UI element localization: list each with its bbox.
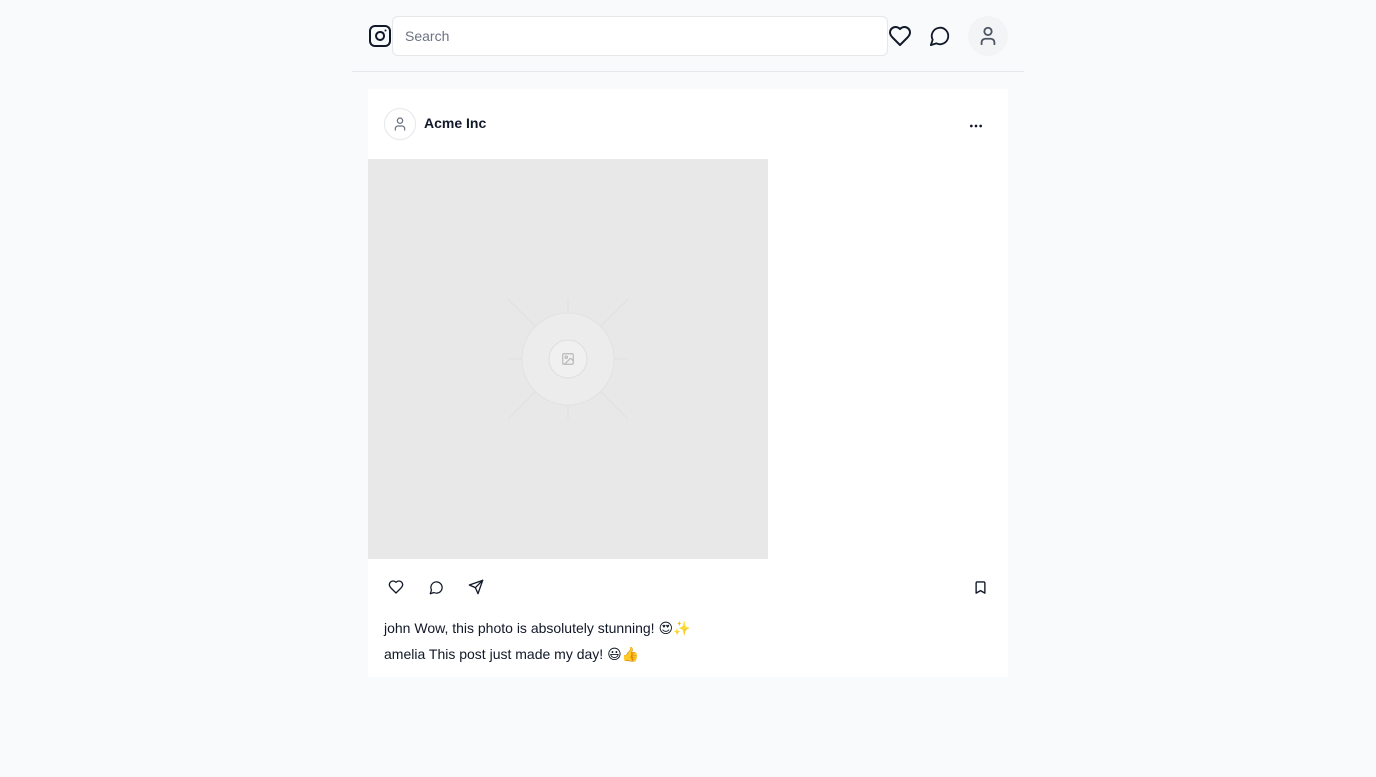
comment-text: Wow, this photo is absolutely stunning! …	[414, 620, 691, 636]
heart-icon	[888, 24, 912, 48]
messages-button[interactable]	[924, 20, 956, 52]
instagram-icon[interactable]	[368, 24, 392, 48]
comments-list: john Wow, this photo is absolutely stunn…	[384, 615, 992, 667]
post-header: Acme Inc	[368, 89, 1008, 159]
image-icon	[561, 352, 575, 366]
send-icon	[468, 579, 484, 595]
search-bar	[392, 16, 888, 56]
comment-button[interactable]	[424, 575, 448, 599]
post-author-avatar[interactable]	[384, 108, 416, 140]
user-icon	[392, 116, 408, 132]
share-button[interactable]	[464, 575, 488, 599]
heart-icon	[388, 579, 404, 595]
post-actions	[368, 559, 1008, 615]
app: Acme Inc	[0, 0, 1376, 777]
top-header	[352, 0, 1024, 72]
notifications-button[interactable]	[884, 20, 916, 52]
more-horizontal-icon	[968, 118, 984, 134]
search-input[interactable]	[392, 16, 888, 56]
post-image-placeholder	[368, 159, 768, 559]
post-card: Acme Inc john Wow, this photo is absolut…	[368, 89, 1008, 677]
profile-button[interactable]	[968, 16, 1008, 56]
post-author-name[interactable]: Acme Inc	[424, 115, 486, 131]
save-button[interactable]	[968, 575, 992, 599]
bookmark-icon	[973, 580, 988, 595]
chat-icon	[429, 580, 444, 595]
comment-username[interactable]: amelia	[384, 646, 425, 662]
comment-item: amelia This post just made my day! 😃👍	[384, 641, 992, 667]
comment-item: john Wow, this photo is absolutely stunn…	[384, 615, 992, 641]
user-icon	[977, 25, 999, 47]
chat-icon	[929, 25, 951, 47]
like-button[interactable]	[384, 575, 408, 599]
comment-username[interactable]: john	[384, 620, 410, 636]
post-more-button[interactable]	[964, 114, 988, 138]
comment-text: This post just made my day! 😃👍	[428, 646, 640, 662]
